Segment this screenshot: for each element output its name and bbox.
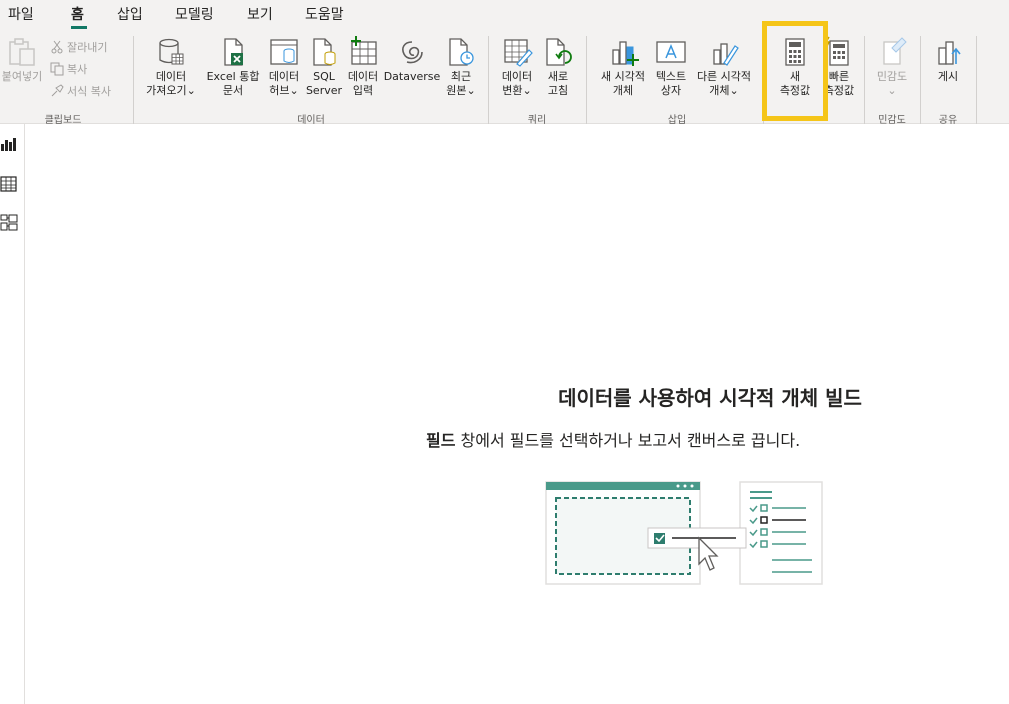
paste-icon [9, 38, 35, 66]
model-view-icon[interactable] [0, 214, 18, 232]
empty-state-subtitle: 필드 창에서 필드를 선택하거나 보고서 캔버스로 끕니다. [426, 427, 800, 451]
group-separator [976, 36, 977, 124]
report-view-icon[interactable] [0, 135, 18, 153]
sensitivity-button[interactable]: 민감도 ⌄ [870, 36, 914, 108]
format-painter-icon [51, 84, 64, 97]
sql-server-button[interactable]: SQL Server [305, 36, 343, 108]
publish-button[interactable]: 게시 [928, 36, 968, 108]
group-separator [864, 36, 865, 124]
text-box-button[interactable]: 텍스트 상자 [652, 36, 690, 108]
tab-modeling[interactable]: 모델링 [175, 4, 214, 24]
tab-insert[interactable]: 삽입 [117, 4, 143, 24]
group-label-data: 데이터 [297, 115, 325, 126]
publish-icon [938, 41, 961, 65]
group-separator [586, 36, 587, 124]
enter-data-icon [351, 36, 377, 65]
empty-state-hint: 창에서 필드를 선택하거나 보고서 캔버스로 끕니다. [455, 431, 801, 450]
data-hub-button[interactable]: 데이터 허브⌄ [264, 36, 304, 108]
enter-data-button[interactable]: 데이터 입력 [344, 36, 382, 108]
transform-data-button[interactable]: 데이터 변환⌄ [496, 36, 538, 108]
recent-sources-button[interactable]: 최근 원본⌄ [443, 36, 479, 108]
group-separator [488, 36, 489, 124]
menu-bar: 파일 홈 삽입 모델링 보기 도움말 [0, 0, 1009, 30]
group-label-insert: 삽입 [667, 115, 687, 126]
more-visuals-icon [713, 43, 739, 66]
text-box-icon [656, 41, 686, 63]
data-hub-icon [270, 39, 298, 65]
new-measure-highlight [762, 21, 828, 121]
view-switcher-rail [0, 124, 25, 704]
group-separator [920, 36, 921, 124]
database-icon [159, 38, 184, 65]
tab-help[interactable]: 도움말 [305, 4, 344, 24]
tab-home[interactable]: 홈 [71, 4, 84, 24]
copy-button[interactable]: 복사 [50, 60, 87, 78]
ribbon: 붙여넣기 잘라내기 복사 서식 복사 클립보드 데이터 가져오기⌄ Excel 통… [0, 30, 1009, 126]
new-visual-icon [612, 41, 639, 66]
format-painter-button[interactable]: 서식 복사 [50, 82, 111, 100]
group-label-clipboard: 클립보드 [44, 115, 82, 126]
group-label-sensitivity: 민감도 [878, 115, 906, 126]
group-label-queries: 쿼리 [527, 115, 547, 126]
refresh-button[interactable]: 새로 고침 [540, 36, 576, 108]
dataverse-button[interactable]: Dataverse [382, 36, 442, 108]
sql-server-icon [313, 38, 336, 66]
group-separator [133, 36, 134, 124]
tab-view[interactable]: 보기 [247, 4, 273, 24]
scissors-icon [51, 40, 63, 54]
transform-data-icon [504, 39, 533, 67]
table-view-icon[interactable] [0, 175, 18, 193]
cut-button[interactable]: 잘라내기 [50, 38, 107, 56]
get-data-button[interactable]: 데이터 가져오기⌄ [140, 36, 202, 108]
empty-state-title: 데이터를 사용하여 시각적 개체 빌드 [558, 386, 862, 410]
fields-pane-name: 필드 [426, 431, 456, 450]
refresh-icon [546, 38, 572, 66]
group-label-share: 공유 [938, 115, 958, 126]
report-canvas[interactable]: 데이터를 사용하여 시각적 개체 빌드 필드 창에서 필드를 선택하거나 보고서… [26, 125, 1009, 704]
sensitivity-icon [883, 37, 907, 65]
active-tab-indicator [71, 26, 87, 29]
dataverse-icon [402, 41, 423, 64]
more-visuals-button[interactable]: 다른 시각적 개체⌄ [692, 36, 756, 108]
excel-icon [224, 38, 243, 66]
drag-field-illustration [545, 481, 823, 585]
copy-icon [50, 62, 64, 76]
recent-sources-icon [449, 38, 474, 66]
excel-workbook-button[interactable]: Excel 통합 문서 [204, 36, 262, 108]
tab-file[interactable]: 파일 [8, 4, 34, 24]
paste-button[interactable]: 붙여넣기 [0, 36, 44, 108]
new-visual-button[interactable]: 새 시각적 개체 [594, 36, 652, 108]
